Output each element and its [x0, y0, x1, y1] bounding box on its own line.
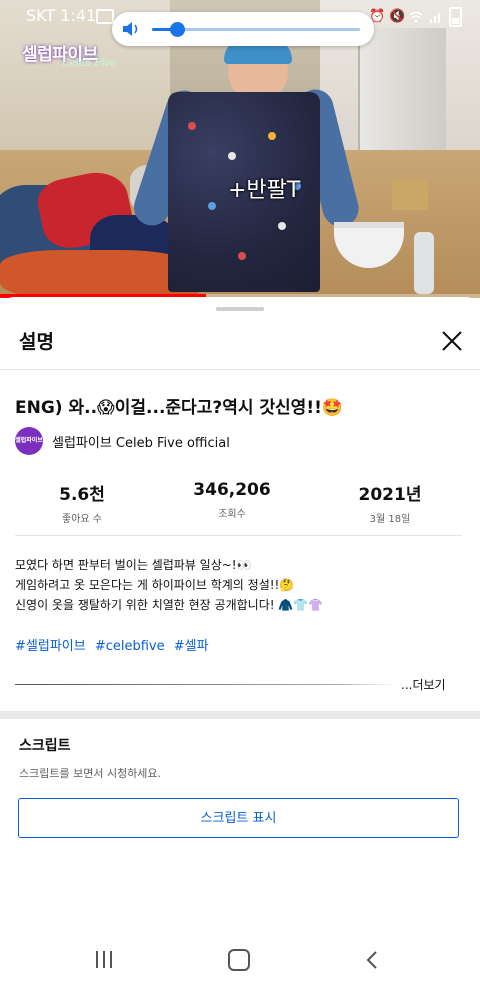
likes-count: 5.6천	[59, 485, 105, 505]
section-separator	[0, 711, 480, 719]
volume-popup[interactable]	[112, 12, 374, 46]
sheet-header-divider	[0, 369, 480, 370]
speaker-icon[interactable]	[122, 21, 140, 37]
hashtags: #셀럽파이브 #celebfive #셀파	[15, 635, 214, 654]
hashtag-link[interactable]: #셀파	[174, 639, 209, 654]
wifi-icon	[409, 10, 423, 24]
video-title: ENG) 와..😱이걸...준다고?역시 갓신영!!🤩	[15, 398, 343, 418]
likes-stat: 5.6천 좋아요 수	[12, 480, 152, 525]
image-notification-icon	[96, 9, 114, 24]
show-script-button[interactable]: 스크립트 표시	[18, 798, 459, 838]
views-count: 346,206	[193, 480, 271, 500]
status-carrier-time: SKT 1:41	[26, 6, 97, 25]
status-icons: ⏰ 🔇	[369, 7, 462, 27]
description-text: 모였다 하면 판부터 벌이는 셀럽파뷰 일상~!👀 게임하려고 옷 모은다는 게…	[15, 555, 465, 615]
signal-icon	[429, 10, 443, 24]
description-line: 신영이 옷을 쟁탈하기 위한 치열한 현장 공개합니다! 🧥👕👚	[15, 598, 324, 612]
date-stat: 2021년 3월 18일	[320, 480, 460, 525]
hashtag-link[interactable]: #celebfive	[95, 639, 165, 654]
close-button[interactable]	[436, 325, 468, 357]
video-scene-box	[392, 180, 428, 210]
sheet-drag-handle[interactable]	[216, 307, 264, 311]
script-section-description: 스크립트를 보면서 시청하세요.	[19, 767, 162, 780]
script-section-title: 스크립트	[19, 738, 71, 754]
battery-icon	[449, 7, 462, 27]
channel-logo-subtext: Celeb Five	[62, 58, 116, 69]
volume-slider-knob[interactable]	[169, 22, 185, 37]
channel-name[interactable]: 셀럽파이브 Celeb Five official	[52, 432, 230, 451]
channel-avatar[interactable]: 셀럽파이브	[15, 427, 43, 455]
volume-slider[interactable]	[152, 22, 360, 37]
stats-divider	[15, 535, 462, 536]
mute-icon: 🔇	[389, 9, 406, 24]
recent-apps-button[interactable]	[95, 951, 113, 969]
description-sheet: 설명 ENG) 와..😱이걸...준다고?역시 갓신영!!🤩 셀럽파이브 셀럽파…	[0, 297, 480, 937]
system-navigation-bar	[0, 937, 480, 987]
hashtag-link[interactable]: #셀럽파이브	[15, 639, 86, 654]
upload-date: 3월 18일	[369, 514, 411, 525]
show-more-button[interactable]: ...더보기	[401, 676, 446, 693]
views-label: 조회수	[218, 509, 246, 520]
upload-year: 2021년	[358, 485, 422, 505]
back-button[interactable]	[364, 950, 382, 970]
description-line: 게임하려고 옷 모은다는 게 하이파이브 학계의 정설!!🤔	[15, 578, 295, 592]
video-scene-bottle	[414, 232, 434, 294]
video-caption: +반팔T	[228, 178, 301, 203]
home-button[interactable]	[228, 949, 250, 971]
sheet-title: 설명	[19, 331, 54, 353]
likes-label: 좋아요 수	[62, 514, 102, 525]
description-line: 모였다 하면 판부터 벌이는 셀럽파뷰 일상~!👀	[15, 558, 252, 572]
description-fade-divider	[15, 684, 395, 685]
views-stat: 346,206 조회수	[162, 480, 302, 520]
close-icon	[442, 331, 462, 351]
